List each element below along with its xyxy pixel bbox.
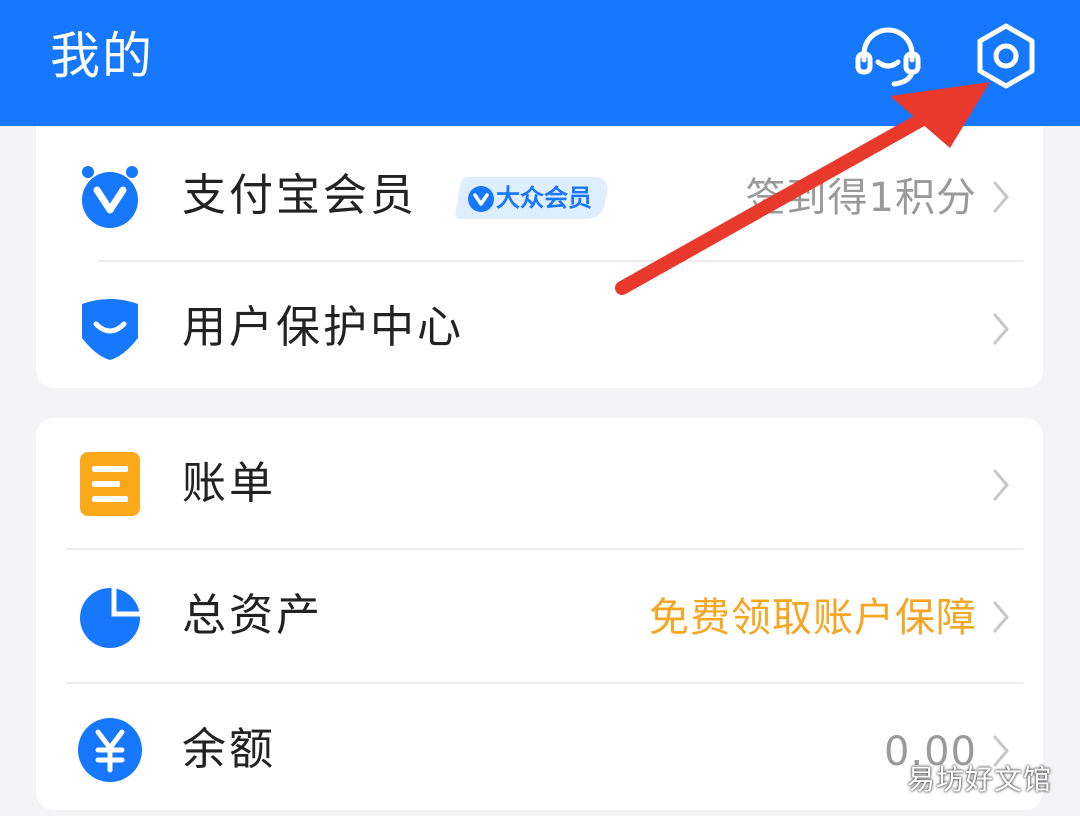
- row-total-assets[interactable]: 总资产 免费领取账户保障: [36, 550, 1043, 682]
- chevron-right-icon: [991, 468, 1011, 502]
- row-label: 余额: [182, 724, 276, 775]
- bill-icon: [76, 450, 144, 518]
- badge-v-icon: [468, 186, 494, 212]
- assets-card: 账单 总资产 免费领取账户保障 余额 0.00: [36, 418, 1043, 810]
- member-v-icon: [76, 162, 144, 230]
- row-balance[interactable]: 余额 0.00: [36, 684, 1043, 816]
- customer-service-icon[interactable]: [852, 20, 924, 92]
- chevron-right-icon: [991, 600, 1011, 634]
- badge-text: 大众会员: [496, 184, 592, 212]
- row-label: 账单: [182, 458, 276, 509]
- member-card: 支付宝会员 大众会员 签到得1积分 用户保护中心: [36, 126, 1043, 388]
- watermark: 易坊好文馆: [906, 763, 1052, 796]
- app-header: 我的: [0, 0, 1080, 126]
- row-alipay-member[interactable]: 支付宝会员 大众会员 签到得1积分: [36, 130, 1043, 262]
- yuan-icon: [76, 716, 144, 784]
- gear-icon[interactable]: [970, 20, 1042, 92]
- row-value: 免费领取账户保障: [649, 595, 977, 641]
- row-label: 用户保护中心: [182, 302, 464, 353]
- row-value: 签到得1积分: [745, 175, 977, 221]
- row-user-protection[interactable]: 用户保护中心: [36, 262, 1043, 394]
- pie-chart-icon: [76, 582, 144, 650]
- shield-icon: [76, 294, 144, 362]
- chevron-right-icon: [991, 180, 1011, 214]
- chevron-right-icon: [991, 312, 1011, 346]
- row-label: 支付宝会员: [182, 170, 417, 221]
- row-label: 总资产: [182, 590, 323, 641]
- row-bill[interactable]: 账单: [36, 418, 1043, 550]
- page-title: 我的: [50, 27, 154, 85]
- member-level-badge: 大众会员: [454, 177, 610, 219]
